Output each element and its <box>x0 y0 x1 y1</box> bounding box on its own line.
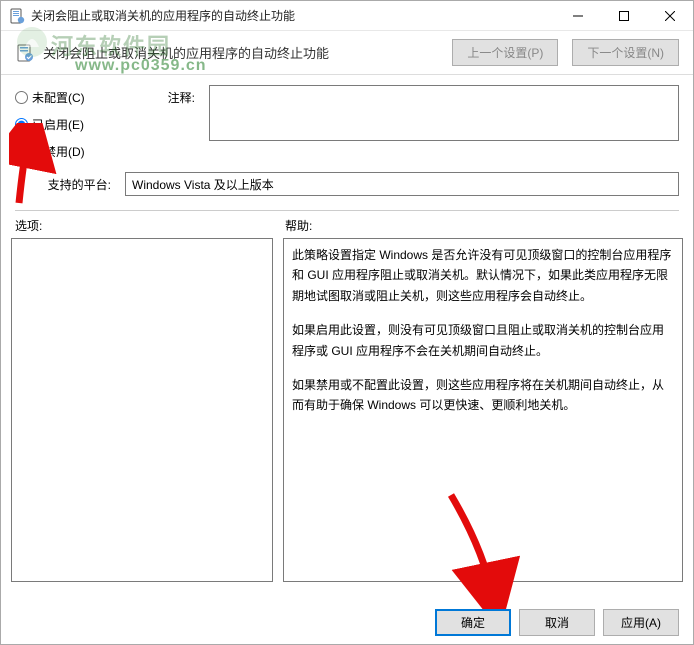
minimize-button[interactable] <box>555 1 601 31</box>
divider <box>15 210 679 211</box>
window-title: 关闭会阻止或取消关机的应用程序的自动终止功能 <box>31 7 555 24</box>
help-paragraph-3: 如果禁用或不配置此设置，则这些应用程序将在关机期间自动终止，从而有助于确保 Wi… <box>292 375 674 416</box>
annotation-label: 注释: <box>125 85 199 160</box>
apply-button[interactable]: 应用(A) <box>603 609 679 636</box>
radio-group: 未配置(C) 已启用(E) 已禁用(D) <box>15 85 115 160</box>
annotation-textarea[interactable] <box>209 85 679 141</box>
maximize-button[interactable] <box>601 1 647 31</box>
radio-unconfigured-input[interactable] <box>15 91 28 104</box>
titlebar: 关闭会阻止或取消关机的应用程序的自动终止功能 <box>1 1 693 31</box>
lower-area: 此策略设置指定 Windows 是否允许没有可见顶级窗口的控制台应用程序和 GU… <box>1 238 693 582</box>
app-icon <box>9 8 25 24</box>
window-controls <box>555 1 693 30</box>
radio-unconfigured-label: 未配置(C) <box>32 89 85 106</box>
cancel-button[interactable]: 取消 <box>519 609 595 636</box>
next-setting-button[interactable]: 下一个设置(N) <box>572 39 679 66</box>
radio-disabled-input[interactable] <box>15 145 28 158</box>
subheader: 关闭会阻止或取消关机的应用程序的自动终止功能 上一个设置(P) 下一个设置(N) <box>1 31 693 75</box>
prev-setting-button[interactable]: 上一个设置(P) <box>452 39 558 66</box>
platform-label: 支持的平台: <box>41 176 115 193</box>
platform-value: Windows Vista 及以上版本 <box>125 172 679 196</box>
radio-enabled-label: 已启用(E) <box>32 116 84 133</box>
close-button[interactable] <box>647 1 693 31</box>
platform-row: 支持的平台: Windows Vista 及以上版本 <box>1 164 693 204</box>
radio-disabled[interactable]: 已禁用(D) <box>15 143 115 160</box>
help-label: 帮助: <box>285 217 312 234</box>
radio-unconfigured[interactable]: 未配置(C) <box>15 89 115 106</box>
ok-button[interactable]: 确定 <box>435 609 511 636</box>
config-area: 未配置(C) 已启用(E) 已禁用(D) 注释: <box>1 75 693 164</box>
help-paragraph-1: 此策略设置指定 Windows 是否允许没有可见顶级窗口的控制台应用程序和 GU… <box>292 245 674 306</box>
lower-labels: 选项: 帮助: <box>1 217 693 238</box>
policy-icon <box>15 43 35 63</box>
help-paragraph-2: 如果启用此设置，则没有可见顶级窗口且阻止或取消关机的控制台应用程序或 GUI 应… <box>292 320 674 361</box>
radio-enabled[interactable]: 已启用(E) <box>15 116 115 133</box>
options-box <box>11 238 273 582</box>
policy-title: 关闭会阻止或取消关机的应用程序的自动终止功能 <box>43 43 438 62</box>
radio-enabled-input[interactable] <box>15 118 28 131</box>
footer-buttons: 确定 取消 应用(A) <box>435 609 679 636</box>
options-label: 选项: <box>15 217 285 234</box>
radio-disabled-label: 已禁用(D) <box>32 143 85 160</box>
help-box: 此策略设置指定 Windows 是否允许没有可见顶级窗口的控制台应用程序和 GU… <box>283 238 683 582</box>
